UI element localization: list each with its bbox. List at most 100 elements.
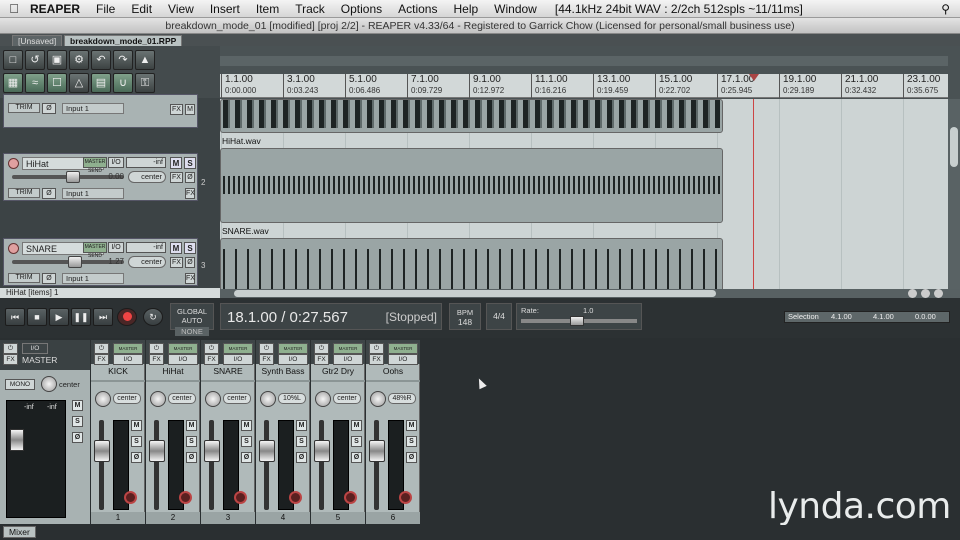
fx-button[interactable]: FX (314, 354, 329, 365)
save-project-icon[interactable]: ▣ (47, 50, 67, 70)
menu-help[interactable]: Help (445, 2, 486, 16)
record-arm-button[interactable] (8, 243, 19, 254)
vertical-scroll-thumb[interactable] (950, 127, 958, 167)
master-phase-button[interactable]: Ø (72, 432, 83, 443)
apple-icon[interactable]:  (0, 1, 28, 16)
mixer-strip-gtr2-dry[interactable]: ⏻ FX MASTER SEND I/O Gtr2 Dry center M S… (311, 340, 365, 524)
master-strip[interactable]: ⏻ FX I/O MASTER MONO center -inf -inf M … (0, 340, 90, 524)
solo-button[interactable]: S (351, 436, 362, 447)
volume-fader-knob[interactable] (204, 440, 220, 462)
vertical-scrollbar[interactable] (948, 99, 960, 289)
power-icon[interactable]: ⏻ (149, 343, 164, 354)
record-arm-button[interactable] (289, 491, 302, 504)
input-select[interactable]: Input 1 (62, 103, 124, 114)
zoom-in-icon[interactable] (934, 289, 943, 298)
mixer-strip-hihat[interactable]: ⏻ FX MASTER SEND I/O HiHat center M S Ø … (146, 340, 200, 524)
io-button[interactable]: I/O (388, 354, 418, 365)
strip-name[interactable]: SNARE (201, 366, 255, 376)
metronome-icon[interactable]: ▲ (135, 50, 155, 70)
pan-knob[interactable] (95, 391, 111, 407)
pan-knob[interactable] (150, 391, 166, 407)
io-button[interactable]: I/O (333, 354, 363, 365)
phase-button[interactable]: Ø (186, 452, 197, 463)
tab-mixer[interactable]: Mixer (3, 526, 36, 538)
strip-name[interactable]: HiHat (146, 366, 200, 376)
mute-button[interactable]: M (351, 420, 362, 431)
media-item-snare[interactable] (220, 238, 723, 292)
grid-icon[interactable]: ▦ (3, 73, 23, 93)
position-display[interactable]: 18.1.00 / 0:27.567 [Stopped] (220, 303, 442, 330)
fx-button[interactable]: FX (369, 354, 384, 365)
fx-button[interactable]: FX (170, 257, 183, 268)
track-3-panel[interactable]: SNARE MASTER SEND I/O -inf M S 1.27 cent… (3, 238, 198, 286)
mixer-strip-kick[interactable]: ⏻ FX MASTER SEND I/O KICK center M S Ø 1 (91, 340, 145, 524)
repeat-icon[interactable]: ↻ (143, 308, 163, 326)
mute-button[interactable]: M (131, 420, 142, 431)
mixer-strip-synth-bass[interactable]: ⏻ FX MASTER SEND I/O Synth Bass 10%L M S… (256, 340, 310, 524)
pause-icon[interactable]: ❚❚ (71, 308, 91, 326)
strip-name[interactable]: KICK (91, 366, 145, 376)
mute-button[interactable]: M (406, 420, 417, 431)
snap-icon[interactable]: ▤ (91, 73, 111, 93)
tab-unsaved[interactable]: [Unsaved] (12, 35, 63, 46)
track-2-panel[interactable]: HiHat MASTER SEND I/O -inf M S 0.00 cent… (3, 153, 198, 201)
master-send-button[interactable]: MASTER SEND (278, 343, 308, 360)
menu-actions[interactable]: Actions (390, 2, 445, 16)
phase-button[interactable]: Ø (351, 452, 362, 463)
strip-name[interactable]: Oohs (366, 366, 420, 376)
menu-view[interactable]: View (160, 2, 202, 16)
mute-button[interactable]: M (170, 157, 182, 169)
arrange-view[interactable]: 1.1.00 0:00.000 3.1.00 0:03.243 5.1.00 0:06.4… (220, 46, 960, 298)
phase-button[interactable]: Ø (42, 103, 56, 114)
record-arm-button[interactable] (399, 491, 412, 504)
fx-button[interactable]: FX (94, 354, 109, 365)
io-button[interactable]: I/O (278, 354, 308, 365)
record-icon[interactable] (117, 308, 137, 326)
play-icon[interactable]: ▶ (49, 308, 69, 326)
pan-knob[interactable]: center (128, 256, 166, 268)
master-mute-button[interactable]: M (72, 400, 83, 411)
rate-slider-knob[interactable] (570, 316, 584, 326)
fx-button[interactable]: FX (149, 354, 164, 365)
trim-button[interactable]: TRIM (8, 103, 40, 113)
power-icon[interactable]: ⏻ (204, 343, 219, 354)
track-1-panel[interactable]: TRIM Ø Input 1 FX M (3, 94, 198, 128)
power-icon[interactable]: ⏻ (259, 343, 274, 354)
zoom-reset-icon[interactable] (921, 289, 930, 298)
master-send-button[interactable]: MASTER SEND (113, 343, 143, 360)
horizontal-scrollbar[interactable] (220, 289, 960, 298)
timeline-ruler[interactable]: 1.1.00 0:00.000 3.1.00 0:03.243 5.1.00 0:06.4… (220, 74, 948, 98)
new-project-icon[interactable]: □ (3, 50, 23, 70)
mixer-strip-oohs[interactable]: ⏻ FX MASTER SEND I/O Oohs 48%R M S Ø 6 (366, 340, 420, 524)
master-send-button[interactable]: MASTER SEND (168, 343, 198, 360)
master-solo-button[interactable]: S (72, 416, 83, 427)
fx-button[interactable]: FX (259, 354, 274, 365)
mute-button[interactable]: M (186, 420, 197, 431)
time-signature[interactable]: 4/4 (486, 303, 512, 330)
go-to-start-icon[interactable]: ⏮ (5, 308, 25, 326)
rate-slider[interactable] (521, 316, 637, 326)
volume-fader-knob[interactable] (94, 440, 110, 462)
redo-icon[interactable]: ↷ (113, 50, 133, 70)
mute-button[interactable]: M (241, 420, 252, 431)
envelope-points-icon[interactable]: △ (69, 73, 89, 93)
mute-button[interactable]: M (170, 242, 182, 254)
menu-window[interactable]: Window (486, 2, 545, 16)
strip-name[interactable]: Synth Bass (256, 366, 310, 376)
solo-button[interactable]: S (296, 436, 307, 447)
volume-fader-knob[interactable] (149, 440, 165, 462)
solo-button[interactable]: S (241, 436, 252, 447)
bpm-display[interactable]: BPM 148 (449, 303, 481, 330)
spotlight-icon[interactable]: ⚲ (941, 2, 960, 16)
menu-item[interactable]: Item (248, 2, 287, 16)
volume-fader-knob[interactable] (314, 440, 330, 462)
pan-knob[interactable] (370, 391, 386, 407)
global-auto-button[interactable]: GLOBAL AUTO NONE (170, 303, 214, 336)
project-settings-icon[interactable]: ⚙ (69, 50, 89, 70)
master-pan-knob[interactable] (41, 376, 57, 392)
strip-name[interactable]: Gtr2 Dry (311, 366, 365, 376)
phase-button[interactable]: Ø (131, 452, 142, 463)
phase-button[interactable]: Ø (296, 452, 307, 463)
pan-knob[interactable] (315, 391, 331, 407)
open-project-icon[interactable]: ↺ (25, 50, 45, 70)
